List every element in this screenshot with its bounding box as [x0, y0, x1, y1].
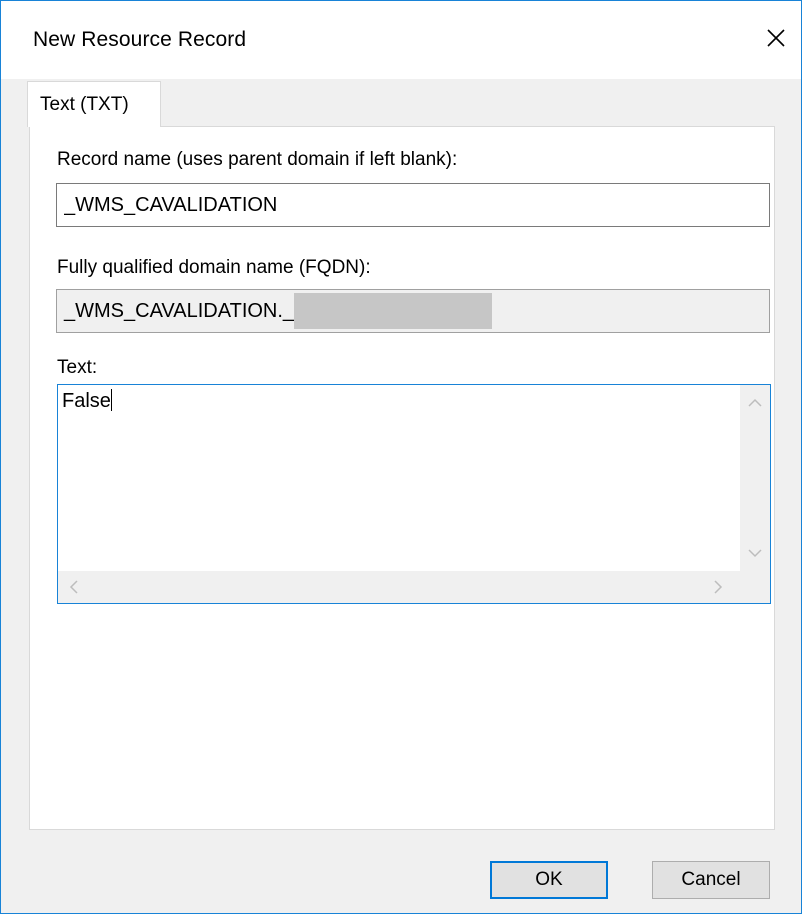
text-caret: [110, 389, 112, 411]
fqdn-label: Fully qualified domain name (FQDN):: [57, 257, 371, 278]
scrollbar-corner: [740, 571, 770, 603]
record-name-label: Record name (uses parent domain if left …: [57, 149, 458, 170]
text-area[interactable]: False: [57, 384, 771, 604]
record-name-input[interactable]: [56, 183, 770, 227]
tab-label: Text (TXT): [40, 94, 129, 115]
text-label: Text:: [57, 357, 98, 378]
chevron-down-icon[interactable]: [747, 545, 763, 561]
vertical-scrollbar[interactable]: [740, 385, 770, 571]
fqdn-field: _WMS_CAVALIDATION._: [56, 289, 770, 333]
text-area-content: False: [62, 389, 112, 413]
horizontal-scrollbar[interactable]: [58, 571, 740, 603]
text-area-value: False: [62, 390, 111, 412]
chevron-up-icon[interactable]: [747, 395, 763, 411]
close-icon: [766, 28, 786, 48]
dialog-title: New Resource Record: [33, 28, 247, 51]
redacted-domain: [294, 293, 493, 329]
cancel-button[interactable]: Cancel: [652, 861, 770, 899]
chevron-right-icon[interactable]: [710, 579, 726, 595]
tab-text-txt[interactable]: Text (TXT): [27, 81, 161, 127]
fqdn-value: _WMS_CAVALIDATION._: [64, 299, 295, 322]
title-bar: New Resource Record: [1, 1, 801, 79]
chevron-left-icon[interactable]: [66, 579, 82, 595]
ok-button[interactable]: OK: [490, 861, 608, 899]
dialog-window: New Resource Record Text (TXT) Record na…: [0, 0, 802, 914]
close-button[interactable]: [751, 13, 801, 63]
